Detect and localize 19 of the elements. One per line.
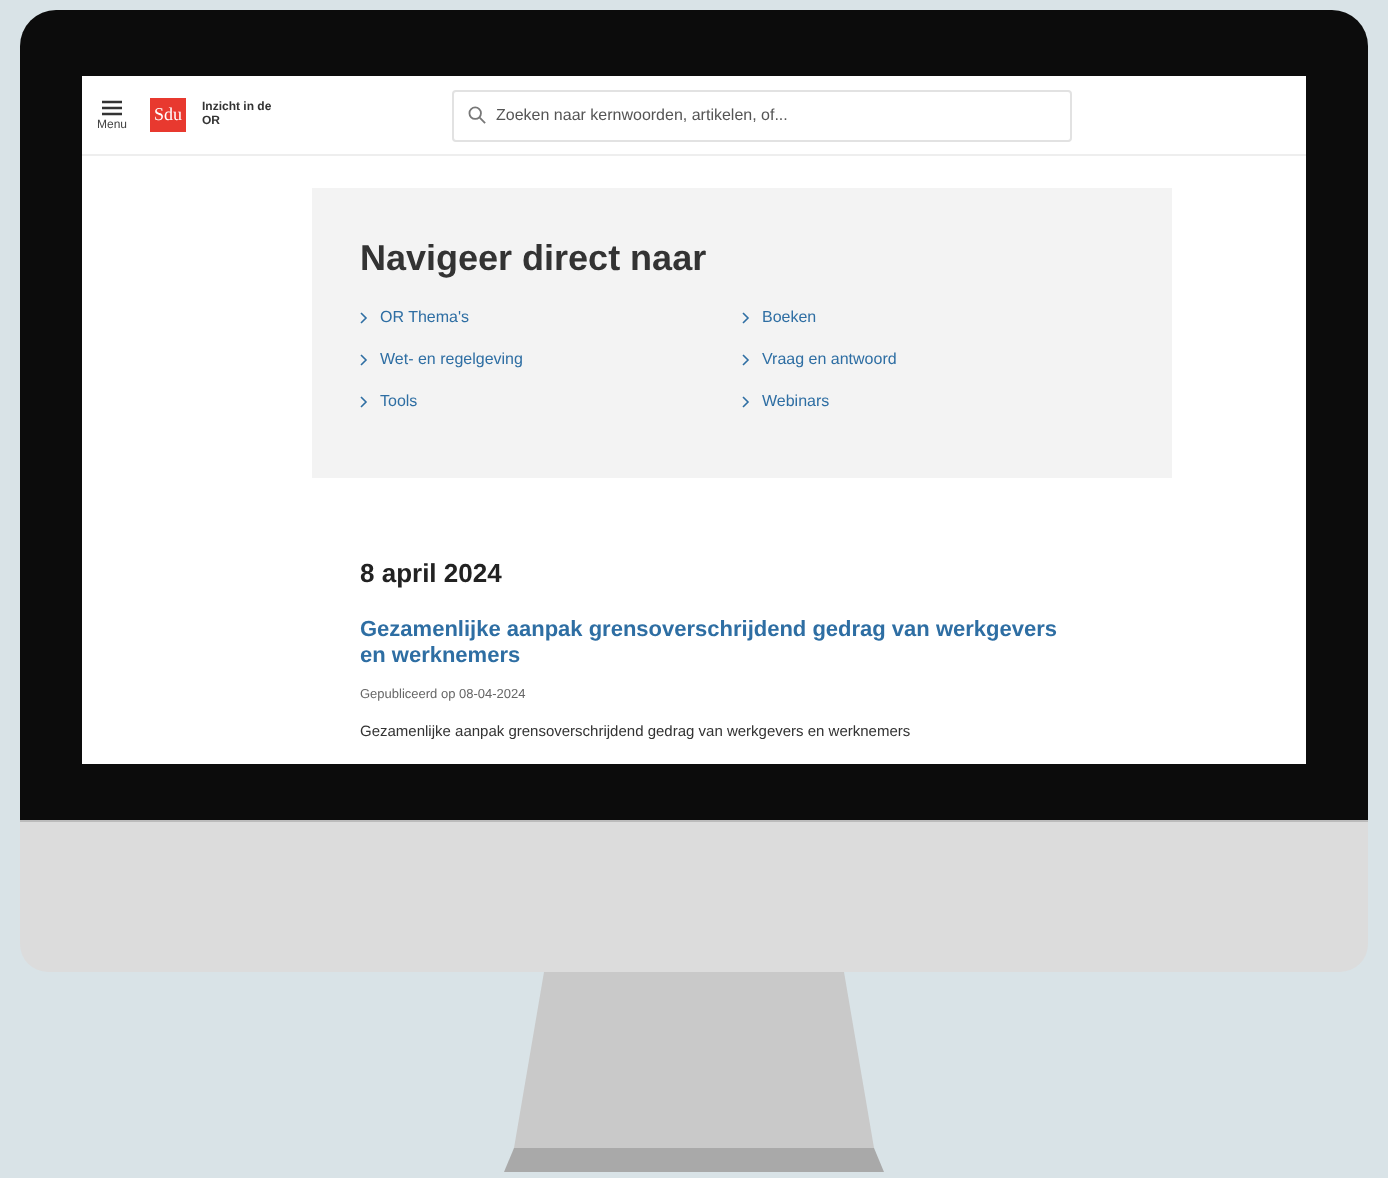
quick-nav-link[interactable]: Tools xyxy=(360,390,418,414)
chevron-icon xyxy=(742,312,750,324)
chevron-icon xyxy=(360,354,368,366)
quick-nav-link[interactable]: Boeken xyxy=(742,306,817,330)
quick-nav-link[interactable]: Webinars xyxy=(742,390,830,414)
news-date: 8 april 2024 xyxy=(360,556,504,592)
chevron-icon xyxy=(360,312,368,324)
search-icon xyxy=(468,105,487,124)
article-title-link[interactable]: Gezamenlijke aanpak grensoverschrijdend gedrag van werkgevers en werknemers xyxy=(360,617,1080,669)
search-field[interactable]: Zoeken naar kernwoorden, artikelen, of... xyxy=(452,89,1073,142)
menu-icon[interactable] xyxy=(102,99,122,115)
chevron-icon xyxy=(742,354,750,366)
quick-nav-link[interactable]: Vraag en antwoord xyxy=(742,348,897,372)
quick-nav-title: Navigeer direct naar xyxy=(360,236,709,282)
chevron-icon xyxy=(360,396,368,408)
quick-nav-link[interactable]: Wet- en regelgeving xyxy=(360,348,523,372)
logo[interactable]: Sdu xyxy=(150,98,187,132)
quick-nav-link[interactable]: OR Thema's xyxy=(360,306,470,330)
chevron-icon xyxy=(742,396,750,408)
